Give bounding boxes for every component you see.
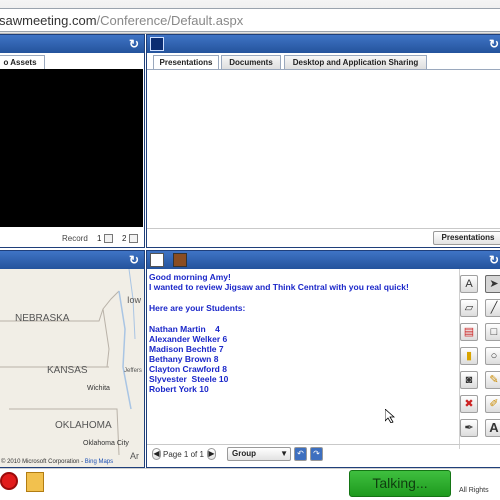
url-field[interactable]: sawmeeting.com/Conference/Default.aspx <box>0 8 500 32</box>
talk-button-label: Talking... <box>372 475 428 491</box>
record-option-2-label: 2 <box>122 234 127 243</box>
record-label: Record <box>62 234 88 243</box>
chevron-down-icon: ▼ <box>280 449 288 458</box>
tab-desktop-sharing-label: Desktop and Application Sharing <box>292 58 419 67</box>
map-panel: ↻ NEBRASKA Iow KANSAS Jeffers Wichita OK… <box>0 250 145 468</box>
tab-assets-label: o Assets <box>3 58 37 67</box>
monitor-icon <box>150 37 164 51</box>
student-item: Alexander Welker 6 <box>149 334 228 344</box>
group-select[interactable]: Group ▼ <box>227 447 291 461</box>
refresh-icon[interactable]: ↻ <box>127 253 141 267</box>
content-panel: ↻ Presentations Documents Desktop and Ap… <box>146 34 500 248</box>
camera-icon[interactable]: ◙ <box>460 371 478 389</box>
tab-desktop-sharing[interactable]: Desktop and Application Sharing <box>284 55 427 70</box>
student-item: Clayton Crawford 8 <box>149 364 227 374</box>
whiteboard-panel-header: ↻ <box>147 251 500 269</box>
map-label-ar: Ar <box>130 451 139 461</box>
tab-documents[interactable]: Documents <box>221 55 281 70</box>
line-tool-icon[interactable]: ╱ <box>485 299 500 317</box>
prev-page-button[interactable]: ◀ <box>152 448 161 460</box>
refresh-icon[interactable]: ↻ <box>487 37 500 51</box>
map-label-wichita: Wichita <box>87 385 110 392</box>
redo-button[interactable]: ↷ <box>310 447 323 461</box>
url-host: sawmeeting.com <box>0 13 97 28</box>
record-icon[interactable] <box>0 472 18 490</box>
eraser-icon[interactable]: ▱ <box>460 299 478 317</box>
url-text: sawmeeting.com/Conference/Default.aspx <box>0 13 243 28</box>
fill-color-icon[interactable]: ✒ <box>460 419 478 437</box>
map-view[interactable]: NEBRASKA Iow KANSAS Jeffers Wichita OKLA… <box>0 269 144 467</box>
presentations-button[interactable]: Presentations <box>433 231 500 245</box>
video-feed <box>0 69 143 227</box>
upload-icon[interactable] <box>26 472 44 492</box>
map-label-jefferson: Jeffers <box>124 368 142 374</box>
bing-maps-link[interactable]: Bing Maps <box>85 459 113 465</box>
student-item: Nathan Martin 4 <box>149 324 220 334</box>
map-label-nebraska: NEBRASKA <box>15 313 70 324</box>
map-label-kansas: KANSAS <box>47 365 88 376</box>
url-path: /Conference/Default.aspx <box>96 13 244 28</box>
rectangle-tool-icon[interactable]: □ <box>485 323 500 341</box>
message-line: I wanted to review Jigsaw and Think Cent… <box>149 282 409 292</box>
map-panel-header: ↻ <box>0 251 144 269</box>
map-copyright-text: © 2010 Microsoft Corporation - <box>1 459 84 465</box>
content-panel-header: ↻ <box>147 35 500 53</box>
note-icon[interactable]: ▮ <box>460 347 478 365</box>
mouse-cursor-icon <box>385 409 395 423</box>
record-option-1-label: 1 <box>97 234 102 243</box>
browser-address-bar: sawmeeting.com/Conference/Default.aspx <box>0 0 500 34</box>
record-option-2-checkbox[interactable] <box>129 234 138 243</box>
page-indicator: Page 1 of 1 <box>163 450 204 459</box>
highlighter-icon[interactable]: ✐ <box>485 395 500 413</box>
map-label-oklahoma-city: Oklahoma City <box>83 440 129 447</box>
tab-assets[interactable]: o Assets <box>0 55 45 70</box>
video-panel: ↻ o Assets Record 1 2 <box>0 34 145 248</box>
text-style-icon[interactable]: A <box>460 275 478 293</box>
refresh-icon[interactable]: ↻ <box>487 253 500 267</box>
undo-button[interactable]: ↶ <box>294 447 307 461</box>
whiteboard-canvas[interactable]: Good morning Amy! I wanted to review Jig… <box>149 272 449 394</box>
circle-tool-icon[interactable]: ○ <box>485 347 500 365</box>
footer-divider <box>147 444 500 445</box>
tab-documents-label: Documents <box>229 58 273 67</box>
greeting-line: Good morning Amy! <box>149 272 231 282</box>
delete-icon[interactable]: ✖ <box>460 395 478 413</box>
talk-button[interactable]: Talking... <box>349 470 451 497</box>
film-icon[interactable] <box>173 253 187 267</box>
tab-presentations[interactable]: Presentations <box>153 55 219 70</box>
students-heading: Here are your Students: <box>149 303 246 313</box>
next-page-button[interactable]: ▶ <box>207 448 216 460</box>
student-item: Bethany Brown 8 <box>149 354 219 364</box>
panel-divider <box>147 228 500 229</box>
presentations-button-label: Presentations <box>441 233 495 242</box>
group-select-value: Group <box>232 449 256 458</box>
pointer-tool-icon[interactable]: ➤ <box>485 275 500 293</box>
pdf-icon[interactable]: ▤ <box>460 323 478 341</box>
student-item: Madison Bechtle 7 <box>149 344 224 354</box>
whiteboard-icon[interactable] <box>150 253 164 267</box>
map-label-iowa: Iow <box>127 295 142 305</box>
tab-presentations-label: Presentations <box>159 58 213 67</box>
student-item: Slyvester Steele 10 <box>149 374 229 384</box>
refresh-icon[interactable]: ↻ <box>127 37 141 51</box>
record-option-1-checkbox[interactable] <box>104 234 113 243</box>
pencil-icon[interactable]: ✎ <box>485 371 500 389</box>
map-copyright: © 2010 Microsoft Corporation - Bing Maps <box>1 459 113 465</box>
map-label-oklahoma: OKLAHOMA <box>55 420 112 431</box>
text-tool-icon[interactable]: A <box>485 419 500 437</box>
tab-divider <box>147 69 500 70</box>
video-panel-header: ↻ <box>0 35 144 53</box>
student-item: Robert York 10 <box>149 384 209 394</box>
rights-text: All Rights <box>459 487 489 494</box>
